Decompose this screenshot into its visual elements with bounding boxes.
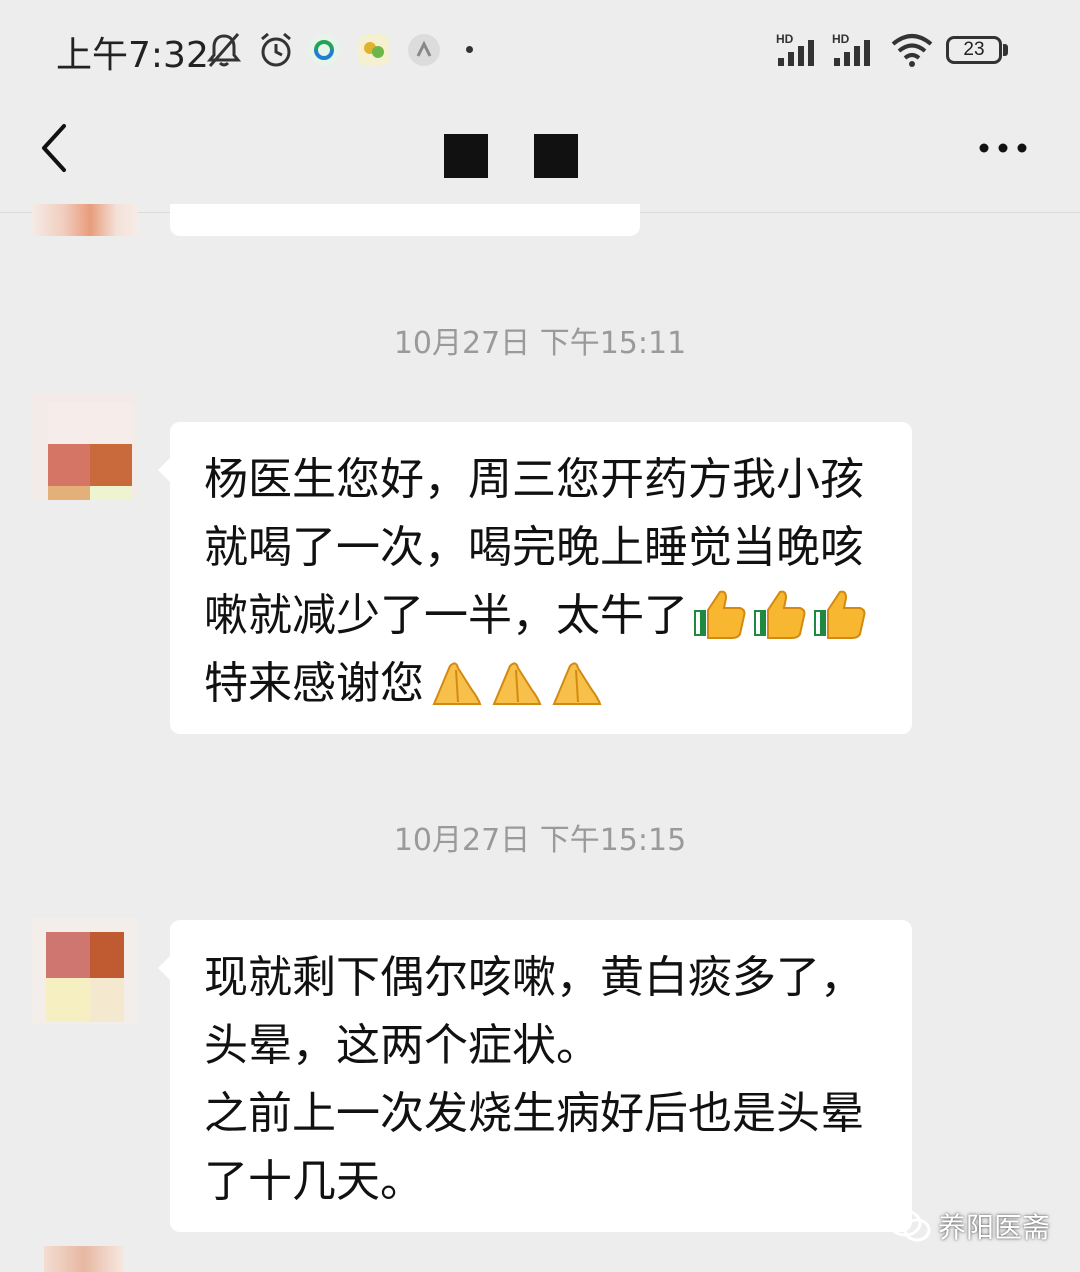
message-text-line: 现就剩下偶尔咳嗽，黄白痰多了，	[204, 952, 864, 1003]
praying-hands-icon	[432, 662, 482, 705]
signal-hd-label: HD	[776, 32, 794, 46]
more-dots-icon	[979, 143, 1027, 153]
battery-icon: 23	[946, 36, 1008, 66]
message-text-line: 杨医生您好，周三您开药方我小孩	[204, 454, 864, 505]
battery-level: 23	[946, 36, 1002, 64]
message-text-line: 之前上一次发烧生病好后也是头晕	[204, 1088, 864, 1139]
mute-bell-icon	[206, 33, 242, 67]
status-time: 上午7:32	[56, 35, 209, 76]
wifi-icon	[891, 34, 933, 67]
message-text-line: 特来感谢您	[204, 658, 424, 709]
message-text-line: 了十几天。	[204, 1156, 424, 1207]
praying-hands-icon	[492, 662, 542, 705]
watermark: 养阳医斋	[888, 1206, 1058, 1246]
message-bubble-previous[interactable]	[170, 204, 640, 236]
message-text-line-with-emoji: 嗽就减少了一半，太牛了	[204, 582, 882, 650]
watermark-text: 养阳医斋	[938, 1211, 1051, 1244]
wechat-logo-icon	[888, 1209, 931, 1242]
chat-header	[0, 100, 1080, 213]
praying-hands-icon	[552, 662, 602, 705]
message-text-line: 嗽就减少了一半，太牛了	[204, 590, 688, 641]
message-bubble[interactable]: 现就剩下偶尔咳嗽，黄白痰多了， 头晕，这两个症状。 之前上一次发烧生病好后也是头…	[158, 920, 912, 1232]
thumbs-up-icon	[814, 590, 866, 639]
chat-title-redacted	[444, 134, 488, 178]
signal-icon: HD	[776, 32, 814, 66]
message-text-line: 头晕，这两个症状。	[204, 1020, 600, 1071]
avatar[interactable]	[32, 918, 138, 1024]
avatar[interactable]	[32, 204, 138, 236]
avatar[interactable]	[44, 1246, 124, 1272]
signal-hd-label: HD	[832, 32, 850, 46]
thumbs-up-icon	[754, 590, 806, 639]
more-button[interactable]	[972, 128, 1034, 168]
message-text-line: 就喝了一次，喝完晚上睡觉当晚咳	[204, 522, 864, 573]
more-notifications-dot	[466, 46, 473, 53]
chat-title-redacted	[534, 134, 578, 178]
message-text-line-with-emoji: 特来感谢您	[204, 650, 882, 718]
avatar[interactable]	[32, 394, 138, 500]
thumbs-up-icon	[694, 590, 746, 639]
message-timestamp: 10月27日 下午15:15	[393, 823, 687, 858]
back-button[interactable]	[30, 120, 86, 176]
message-bubble[interactable]: 杨医生您好，周三您开药方我小孩 就喝了一次，喝完晚上睡觉当晚咳 嗽就减少了一半，…	[158, 422, 912, 734]
alarm-clock-icon	[261, 32, 291, 67]
status-bar: 上午7:32 HD HD 23	[0, 0, 1080, 100]
signal-icon: HD	[832, 32, 870, 66]
message-timestamp: 10月27日 下午15:11	[393, 326, 687, 361]
chevron-left-icon	[42, 124, 66, 172]
app-notification-icon	[308, 34, 340, 66]
app-notification-icon	[408, 34, 440, 66]
app-notification-icon	[358, 34, 390, 66]
